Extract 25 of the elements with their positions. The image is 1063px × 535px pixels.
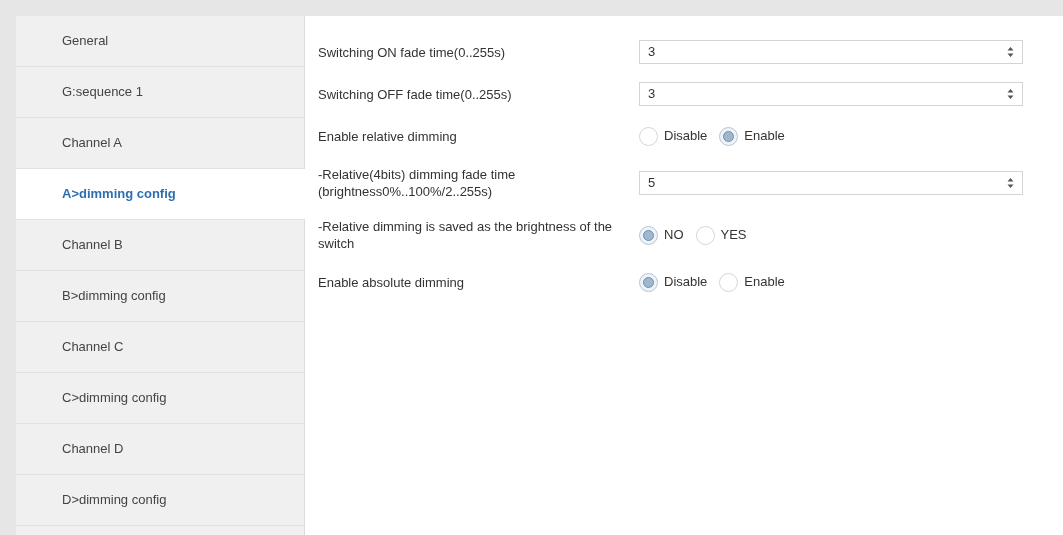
radio-button[interactable] bbox=[695, 225, 715, 245]
parameter-label: Enable relative dimming bbox=[318, 127, 458, 145]
parameter-label: Switching ON fade time(0..255s) bbox=[318, 43, 507, 61]
spinner-icon[interactable] bbox=[1007, 177, 1014, 189]
parameter-label: -Relative(4bits) dimming fade time (brightness0%..100%/2..255s) bbox=[318, 166, 517, 200]
radio-button[interactable] bbox=[639, 272, 658, 292]
spinner-icon[interactable] bbox=[1007, 46, 1014, 58]
radio-button[interactable] bbox=[719, 272, 739, 292]
radio-button[interactable] bbox=[639, 126, 658, 146]
spinner-icon[interactable] bbox=[1007, 88, 1014, 100]
parameter-label: Switching OFF fade time(0..255s) bbox=[318, 85, 513, 103]
radio-button[interactable] bbox=[639, 225, 658, 245]
number-field[interactable]: 3 bbox=[639, 40, 1023, 64]
radio-option[interactable]: NO bbox=[639, 225, 684, 245]
number-field[interactable]: 5 bbox=[639, 171, 1023, 195]
radio-button[interactable] bbox=[719, 126, 739, 146]
sidebar-item[interactable]: A>dimming config bbox=[16, 169, 305, 220]
parameter-label: -Relative dimming is saved as the brightness of the switch bbox=[318, 218, 614, 252]
radio-option[interactable]: Disable bbox=[639, 126, 708, 146]
radio-option[interactable]: Disable bbox=[639, 272, 708, 292]
parameter-label: Enable absolute dimming bbox=[318, 273, 465, 291]
radio-option[interactable]: YES bbox=[695, 225, 747, 245]
radio-option[interactable]: Enable bbox=[719, 126, 785, 146]
radio-option[interactable]: Enable bbox=[719, 272, 785, 292]
number-field[interactable]: 3 bbox=[639, 82, 1023, 106]
